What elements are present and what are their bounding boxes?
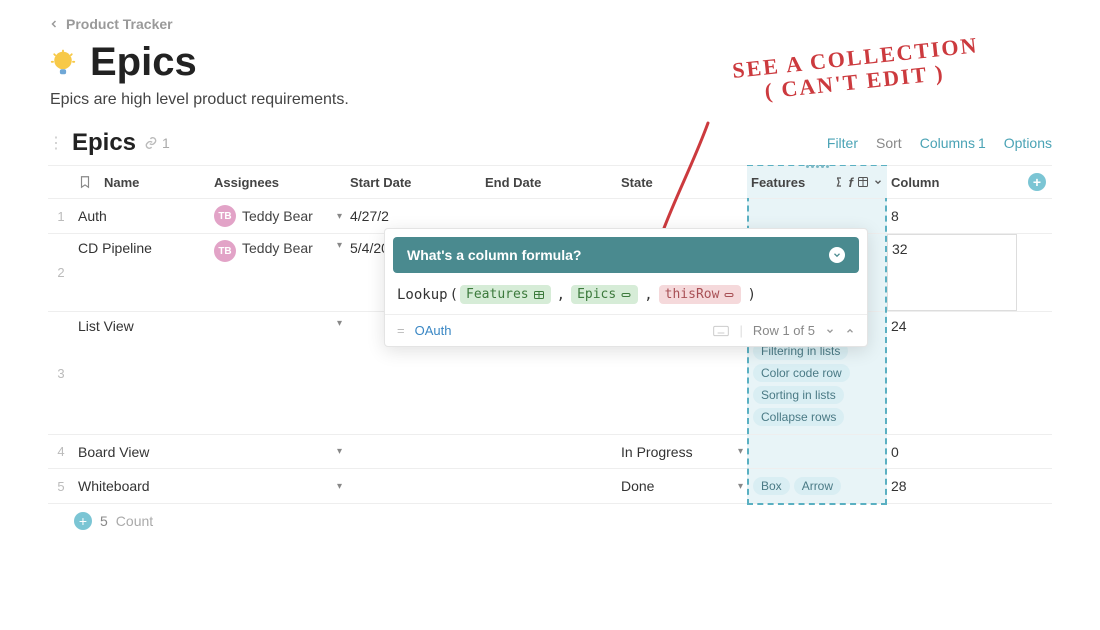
feature-tag: Box <box>753 477 790 495</box>
formula-result-bar: = OAuth | Row 1 of 5 <box>385 314 867 346</box>
chevron-up-icon[interactable] <box>845 326 855 336</box>
table-icon <box>533 289 545 301</box>
sort-button[interactable]: Sort <box>876 135 902 151</box>
cell-column[interactable]: 32 <box>887 234 1017 311</box>
cell-column[interactable]: 28 <box>887 469 1017 503</box>
chevron-down-icon[interactable]: ▾ <box>738 481 743 492</box>
link-icon <box>620 289 632 301</box>
token-epics[interactable]: Epics <box>571 285 638 304</box>
formula-banner[interactable]: What's a column formula? <box>393 237 859 273</box>
cell-column[interactable]: 8 <box>887 199 1017 233</box>
chevron-down-icon[interactable]: ▾ <box>337 318 342 329</box>
cell-state[interactable]: In Progress ▾ <box>617 435 747 468</box>
chevron-down-icon[interactable] <box>825 326 835 336</box>
add-column-button[interactable]: + <box>1028 173 1046 191</box>
page-subtitle: Epics are high level product requirement… <box>50 91 1052 109</box>
cell-column[interactable]: 24 <box>887 312 1017 434</box>
cell-name[interactable]: Auth <box>74 199 210 233</box>
formula-editor-popup: What's a column formula? Lookup( Feature… <box>384 228 868 347</box>
formula-result-value: OAuth <box>415 323 452 338</box>
breadcrumb[interactable]: Product Tracker <box>48 16 1052 32</box>
table-menu-icon[interactable]: ⋮ <box>48 133 64 153</box>
cell-assignees[interactable]: TB Teddy Bear ▾ <box>210 199 346 233</box>
column-header-end-date[interactable]: End Date <box>481 166 617 198</box>
chevron-down-icon[interactable] <box>873 177 883 187</box>
chevron-down-icon[interactable]: ▾ <box>337 481 342 492</box>
cell-features[interactable]: Box Arrow <box>747 469 887 503</box>
column-header-assignees[interactable]: Assignees <box>210 166 346 198</box>
table-header-row: Name Assignees Start Date End Date State… <box>48 165 1052 199</box>
row-count-label: Count <box>116 513 153 529</box>
filter-button[interactable]: Filter <box>827 135 858 151</box>
chevron-down-icon[interactable]: ▾ <box>738 446 743 457</box>
add-row-button[interactable]: + <box>74 512 92 530</box>
feature-tag: Color code row <box>753 364 850 382</box>
cell-name[interactable]: Whiteboard <box>74 469 210 503</box>
chevron-left-icon <box>48 18 60 30</box>
formula-icon <box>833 176 845 188</box>
columns-button[interactable]: Columns1 <box>920 135 986 151</box>
column-header-features[interactable]: Features f <box>747 166 887 198</box>
expand-icon[interactable] <box>829 247 845 263</box>
keyboard-icon[interactable] <box>713 325 729 337</box>
column-header-state[interactable]: State <box>617 166 747 198</box>
chevron-down-icon[interactable]: ▾ <box>337 446 342 457</box>
link-icon <box>144 136 158 150</box>
options-button[interactable]: Options <box>1004 135 1052 151</box>
table-title: Epics <box>72 129 136 157</box>
token-thisrow[interactable]: thisRow <box>659 285 742 304</box>
cell-state[interactable]: Done ▾ <box>617 469 747 503</box>
drag-handle-icon[interactable] <box>802 165 832 169</box>
link-count-chip[interactable]: 1 <box>144 135 170 151</box>
cell-name[interactable]: Board View <box>74 435 210 468</box>
formula-expression[interactable]: Lookup( Features , Epics , thisRow ) <box>385 281 867 314</box>
column-header-column[interactable]: Column <box>887 166 1017 198</box>
row-icon <box>723 289 735 301</box>
avatar: TB <box>214 240 236 262</box>
table-row[interactable]: 5 Whiteboard ▾ Done ▾ Box Arrow 28 <box>48 469 1052 504</box>
chevron-down-icon[interactable]: ▾ <box>337 211 342 222</box>
column-header-start-date[interactable]: Start Date <box>346 166 481 198</box>
equals-icon: = <box>397 323 405 338</box>
cell-column[interactable]: 0 <box>887 435 1017 468</box>
row-position-label: Row 1 of 5 <box>753 323 815 338</box>
table-footer: + 5 Count <box>48 504 1052 530</box>
row-count: 5 <box>100 513 108 529</box>
cell-name[interactable]: List View <box>74 312 210 434</box>
table-icon <box>857 176 869 188</box>
feature-tag: Arrow <box>794 477 841 495</box>
avatar: TB <box>214 205 236 227</box>
table-row[interactable]: 4 Board View ▾ In Progress ▾ 0 <box>48 435 1052 469</box>
chevron-down-icon[interactable]: ▾ <box>337 240 342 251</box>
breadcrumb-label: Product Tracker <box>66 16 173 32</box>
token-features[interactable]: Features <box>460 285 551 304</box>
feature-tag: Collapse rows <box>753 408 844 426</box>
page-title: Epics <box>90 40 197 85</box>
column-header-name[interactable]: Name <box>74 166 210 198</box>
bookmark-icon <box>78 175 92 189</box>
cell-name[interactable]: CD Pipeline <box>74 234 210 311</box>
cell-assignees[interactable]: TB Teddy Bear ▾ <box>210 234 346 311</box>
feature-tag: Sorting in lists <box>753 386 844 404</box>
lightbulb-icon <box>48 48 78 78</box>
